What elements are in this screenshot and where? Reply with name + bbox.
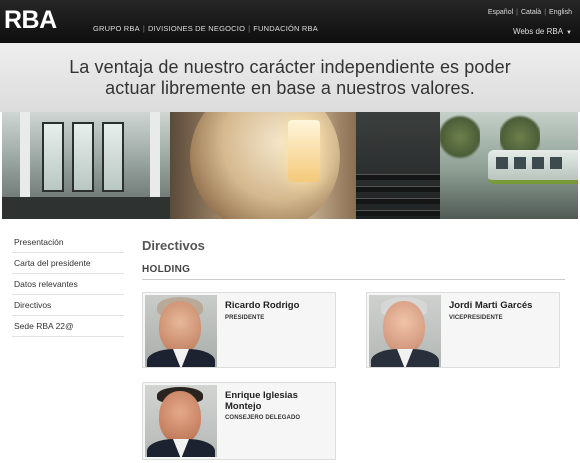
person-card[interactable]: Ricardo Rodrigo PRESIDENTE <box>142 292 336 368</box>
photo-window <box>72 122 94 192</box>
photo-tram-window <box>496 157 508 169</box>
nav-fundacion-rba[interactable]: FUNDACIÓN RBA <box>253 24 318 33</box>
person-photo <box>369 295 441 367</box>
person-card[interactable]: Jordi Marti Garcés VICEPRESIDENTE <box>366 292 560 368</box>
person-role: VICEPRESIDENTE <box>449 315 503 321</box>
photo-tram-window <box>514 157 526 169</box>
top-bar: RBA GRUPO RBA | DIVISIONES DE NEGOCIO | FUND… <box>0 0 580 43</box>
webs-de-rba-dropdown[interactable]: Webs de RBA ▼ <box>513 27 572 36</box>
person-role: CONSEJERO DELEGADO <box>225 415 301 421</box>
sidebar-item-presentacion[interactable]: Presentación <box>12 232 124 253</box>
photo-tree <box>440 112 480 162</box>
person-card[interactable]: Enrique Iglesias Montejo CONSEJERO DELEG… <box>142 382 336 460</box>
main-nav: GRUPO RBA | DIVISIONES DE NEGOCIO | FUNDACIÓ… <box>93 24 318 33</box>
chevron-down-icon: ▼ <box>566 30 572 36</box>
person-name: Ricardo Rodrigo <box>225 300 300 311</box>
photo-stair-step <box>356 210 440 216</box>
person-photo <box>145 295 217 367</box>
person-role: PRESIDENTE <box>225 315 265 321</box>
photo-floor <box>2 197 170 219</box>
page-title: Directivos <box>142 238 205 253</box>
photo-lobby <box>2 112 170 219</box>
sidebar-item-directivos[interactable]: Directivos <box>12 295 124 316</box>
lang-separator: | <box>544 9 547 16</box>
photo-window <box>102 122 124 192</box>
language-selector: Español | Català | English <box>488 9 572 16</box>
photo-tram-window <box>532 157 544 169</box>
lang-catala[interactable]: Català <box>521 9 541 16</box>
nav-grupo-rba[interactable]: GRUPO RBA <box>93 24 140 33</box>
nav-divisiones-de-negocio[interactable]: DIVISIONES DE NEGOCIO <box>148 24 245 33</box>
photo-window <box>42 122 64 192</box>
photo-stair-step <box>356 198 440 204</box>
rba-logo[interactable]: RBA <box>4 8 57 33</box>
lang-separator: | <box>516 9 518 16</box>
photo-interior <box>170 112 356 219</box>
section-heading-holding: HOLDING <box>142 264 565 280</box>
nav-separator: | <box>142 24 145 33</box>
webs-de-rba-label: Webs de RBA <box>512 27 564 36</box>
header-photo <box>2 112 578 219</box>
photo-tram <box>488 150 578 184</box>
photo-stair-step <box>356 174 440 180</box>
sidebar-item-sede-rba-22[interactable]: Sede RBA 22@ <box>12 316 124 337</box>
sidebar-item-datos-relevantes[interactable]: Datos relevantes <box>12 274 124 295</box>
photo-face <box>159 391 201 443</box>
tagline-line-1: La ventaja de nuestro carácter independi… <box>69 57 511 77</box>
photo-face <box>159 301 201 353</box>
person-name: Jordi Marti Garcés <box>449 300 533 311</box>
tagline-banner: La ventaja de nuestro carácter independi… <box>0 43 580 112</box>
photo-face <box>383 301 425 353</box>
person-photo <box>145 385 217 457</box>
sidebar-item-carta-del-presidente[interactable]: Carta del presidente <box>12 253 124 274</box>
tagline-line-2: actuar libremente en base a nuestros val… <box>105 78 475 98</box>
photo-stairs <box>356 112 440 219</box>
nav-separator: | <box>248 24 251 33</box>
person-name: Enrique Iglesias Montejo <box>225 390 298 412</box>
sidebar-nav: Presentación Carta del presidente Datos … <box>12 232 124 337</box>
lang-espanol[interactable]: Español <box>488 9 513 16</box>
photo-lamp <box>288 120 320 182</box>
lang-english[interactable]: English <box>549 9 572 16</box>
photo-stair-step <box>356 186 440 192</box>
photo-tram-window <box>550 157 562 169</box>
photo-street-tram <box>440 112 578 219</box>
